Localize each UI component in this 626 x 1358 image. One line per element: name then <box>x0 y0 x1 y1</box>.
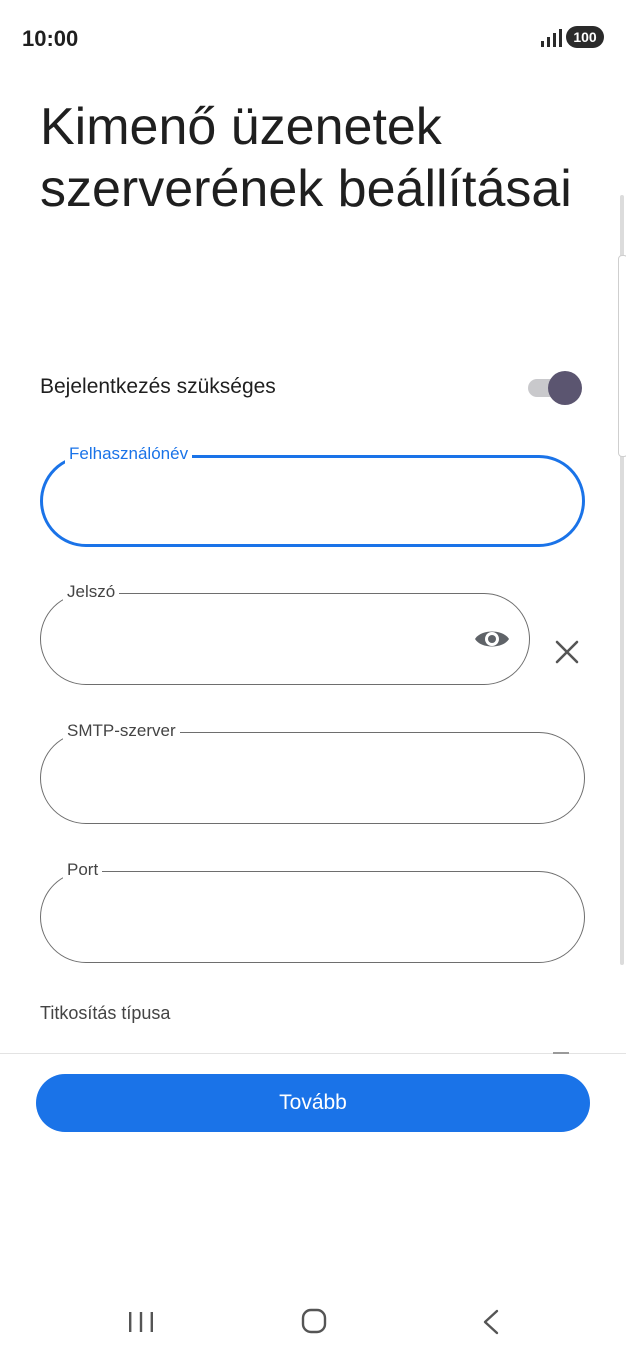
password-field[interactable]: Jelszó <box>40 582 530 685</box>
login-required-toggle[interactable] <box>528 371 582 405</box>
smtp-server-input[interactable] <box>67 755 506 780</box>
port-input[interactable] <box>67 894 506 919</box>
port-label: Port <box>63 860 103 880</box>
eye-icon[interactable] <box>473 626 511 652</box>
smtp-server-field[interactable]: SMTP-szerver <box>40 721 585 824</box>
page-title: Kimenő üzenetek szerverének beállításai <box>40 98 572 218</box>
encryption-type-label: Titkosítás típusa <box>40 1003 171 1023</box>
divider <box>0 1053 626 1054</box>
signal-bars-icon <box>541 29 562 47</box>
dropdown-edge <box>553 1052 569 1054</box>
battery-indicator: 100 <box>566 26 604 48</box>
navigation-bar <box>0 1280 626 1358</box>
port-field[interactable]: Port <box>40 860 585 963</box>
toggle-thumb <box>548 371 582 405</box>
login-required-row[interactable]: Bejelentkezés szükséges <box>40 365 585 409</box>
smtp-server-label: SMTP-szerver <box>63 721 180 741</box>
username-label: Felhasználónév <box>65 444 193 464</box>
recent-apps-icon[interactable] <box>126 1310 156 1334</box>
back-icon[interactable] <box>480 1308 502 1336</box>
username-input[interactable] <box>69 480 505 505</box>
password-input[interactable] <box>67 616 413 641</box>
scrollbar-thumb[interactable] <box>618 255 626 457</box>
home-icon[interactable] <box>301 1308 327 1334</box>
password-label: Jelszó <box>63 582 120 602</box>
close-icon[interactable] <box>553 638 581 666</box>
status-bar: 10:00 100 <box>0 0 626 76</box>
username-field[interactable]: Felhasználónév <box>40 444 585 547</box>
status-time: 10:00 <box>22 26 79 51</box>
login-required-label: Bejelentkezés szükséges <box>40 375 276 398</box>
next-button[interactable]: Tovább <box>36 1074 590 1132</box>
